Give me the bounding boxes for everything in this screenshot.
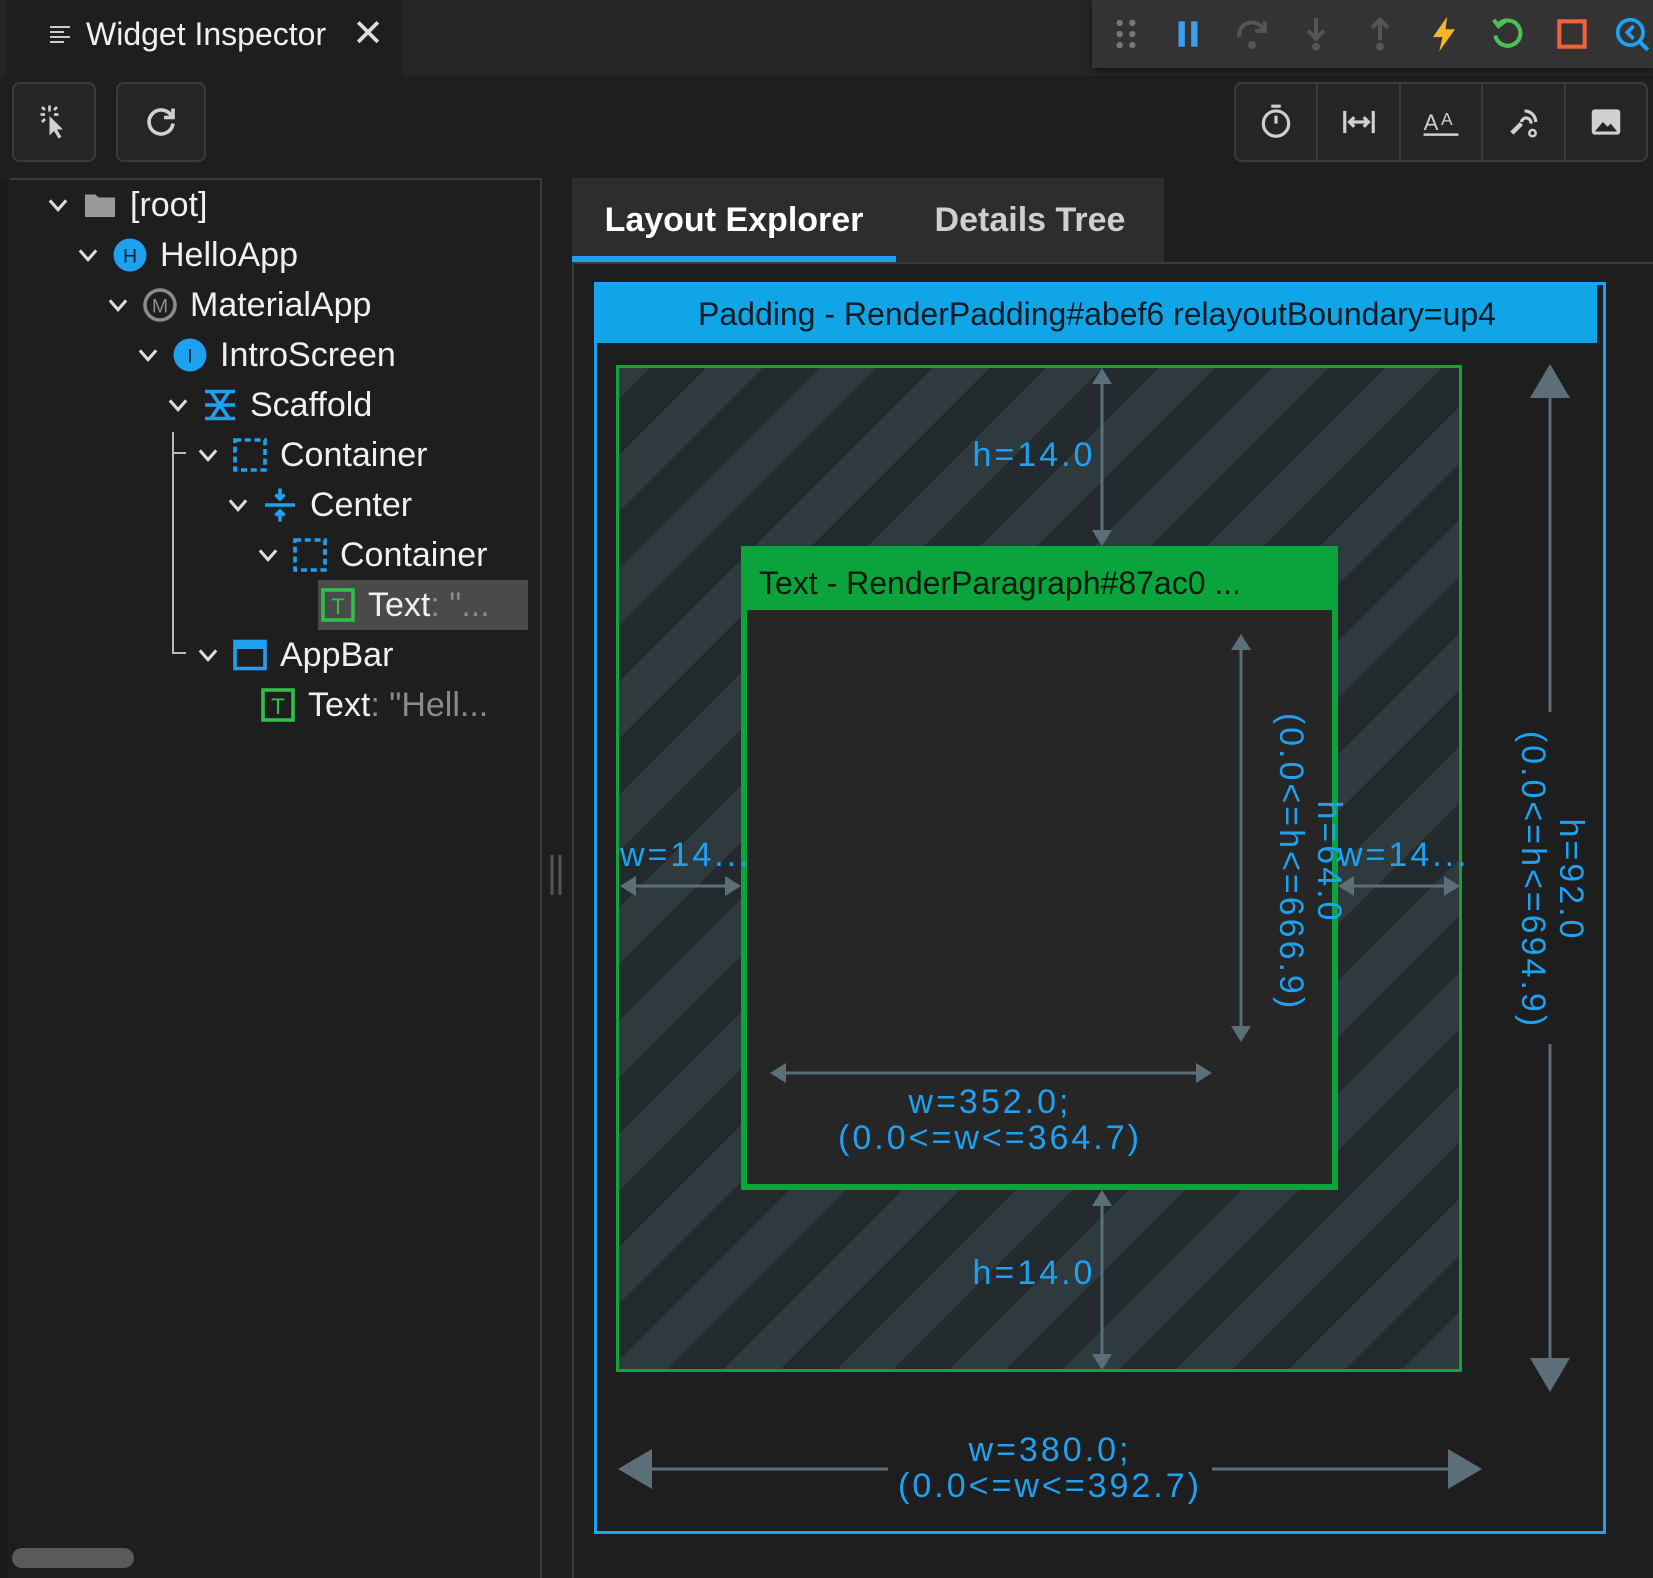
tree-node-center[interactable]: Center: [224, 480, 412, 530]
horizontal-scrollbar[interactable]: [12, 1548, 134, 1568]
hot-reload-icon[interactable]: [1420, 10, 1468, 58]
left-padding-label: w=14...: [620, 836, 752, 874]
material-icon: M: [143, 288, 177, 322]
chevron-down-icon[interactable]: [254, 541, 282, 569]
tree-node-label: Scaffold: [250, 385, 373, 424]
svg-text:A: A: [1441, 109, 1453, 129]
slow-animations-button[interactable]: [1236, 84, 1319, 160]
tree-node-text[interactable]: T Text: "Hell...: [260, 680, 488, 730]
right-padding-label: w=14...: [1338, 836, 1470, 874]
tree-guide-tick: [172, 452, 186, 454]
step-over-icon[interactable]: [1228, 10, 1276, 58]
overlay-tools-group: AA: [1234, 82, 1648, 162]
text-icon: T: [261, 688, 295, 722]
h-circle-icon: H: [113, 238, 147, 272]
text-icon: T: [321, 588, 355, 622]
tree-node-container[interactable]: Container: [194, 430, 427, 480]
svg-text:I: I: [187, 346, 192, 368]
tree-node-label: IntroScreen: [220, 335, 396, 374]
tree-node-container[interactable]: Container: [254, 530, 487, 580]
show-guidelines-button[interactable]: [1318, 84, 1401, 160]
svg-text:A: A: [1424, 110, 1439, 135]
text-baseline-icon: AA: [1423, 109, 1459, 136]
show-baselines-button[interactable]: AA: [1401, 84, 1484, 160]
tree-guide-tick: [172, 652, 186, 654]
container-icon: [233, 438, 267, 472]
outer-width-label: w=380.0; (0.0<=w<=392.7): [898, 1431, 1202, 1505]
tree-node-label: Container: [280, 435, 428, 474]
tree-node-label: Text: [308, 685, 371, 724]
tree-node-label: Container: [340, 535, 488, 574]
text-box-header[interactable]: Text - RenderParagraph#87ac0 ...: [747, 552, 1332, 610]
refresh-icon: [147, 108, 175, 136]
bottom-padding-label: h=14.0: [972, 1254, 1096, 1292]
tab-layout-explorer[interactable]: Layout Explorer: [572, 178, 896, 262]
container-icon: [293, 538, 327, 572]
pause-icon[interactable]: [1164, 10, 1212, 58]
inner-height-label: h=64.0 (0.0<=h<=666.9): [1272, 712, 1348, 1012]
width-arrows-icon: [1342, 110, 1375, 134]
tree-node-preview: : "Hell...: [370, 685, 489, 724]
padding-box-header[interactable]: Padding - RenderPadding#abef6 relayoutBo…: [597, 285, 1597, 343]
devtools-search-icon[interactable]: [1608, 10, 1653, 58]
highlight-oversized-images-button[interactable]: [1566, 84, 1646, 160]
svg-text:H: H: [123, 246, 137, 268]
tree-node-label: Center: [310, 485, 413, 524]
chevron-down-icon[interactable]: [194, 441, 222, 469]
image-icon: [1591, 109, 1621, 135]
tree-node-text-selected[interactable]: T Text: "...: [320, 580, 490, 630]
tree-node-root[interactable]: [root]: [44, 180, 207, 230]
tree-guide-line: [172, 432, 174, 654]
tree-node-introscreen[interactable]: I IntroScreen: [134, 330, 396, 380]
chevron-down-icon[interactable]: [104, 291, 132, 319]
stop-icon[interactable]: [1548, 10, 1596, 58]
tree-node-label: HelloApp: [160, 235, 298, 274]
tree-node-label: AppBar: [280, 635, 394, 674]
i-circle-icon: I: [173, 338, 207, 372]
tree-node-preview: : "...: [430, 585, 490, 624]
chevron-down-icon[interactable]: [224, 491, 252, 519]
svg-text:T: T: [271, 694, 285, 719]
svg-text:T: T: [331, 594, 345, 619]
highlight-repaints-button[interactable]: [1483, 84, 1566, 160]
tree-node-label: MaterialApp: [190, 285, 372, 324]
drag-handle-icon[interactable]: [1102, 10, 1150, 58]
select-widget-mode-button[interactable]: [12, 82, 96, 162]
tree-node-materialapp[interactable]: M MaterialApp: [104, 280, 371, 330]
close-tab-button[interactable]: ✕: [350, 14, 386, 54]
scaffold-icon: [205, 389, 235, 421]
debug-toolbar: [1092, 0, 1653, 68]
step-into-icon[interactable]: [1292, 10, 1340, 58]
svg-text:M: M: [152, 296, 168, 318]
folder-icon: [85, 194, 115, 217]
tab-details-tree[interactable]: Details Tree: [896, 178, 1164, 262]
inner-width-label: w=352.0; (0.0<=w<=364.7): [838, 1083, 1142, 1157]
panel-edge-strip: [0, 178, 8, 1578]
chevron-down-icon[interactable]: [164, 391, 192, 419]
appbar-icon: [233, 639, 267, 671]
step-out-icon[interactable]: [1356, 10, 1404, 58]
hot-restart-icon[interactable]: [1484, 10, 1532, 58]
timer-icon: [1261, 104, 1291, 138]
refresh-tree-button[interactable]: [116, 82, 206, 162]
center-icon: [265, 488, 295, 522]
tab-title: Widget Inspector: [86, 16, 327, 52]
tree-node-label: Text: [368, 585, 431, 624]
list-icon: [50, 26, 70, 43]
outer-height-label: h=92.0 (0.0<=h<=694.9): [1514, 730, 1590, 1030]
panel-splitter-handle[interactable]: [548, 855, 564, 895]
chevron-down-icon[interactable]: [44, 191, 72, 219]
tree-node-appbar[interactable]: AppBar: [194, 630, 393, 680]
select-cursor-icon: [40, 105, 63, 139]
chevron-down-icon[interactable]: [194, 641, 222, 669]
tree-node-label: [root]: [130, 185, 208, 224]
repaint-icon: [1510, 109, 1538, 138]
top-padding-label: h=14.0: [972, 436, 1096, 474]
chevron-down-icon[interactable]: [134, 341, 162, 369]
tree-node-scaffold[interactable]: Scaffold: [164, 380, 372, 430]
tree-node-helloapp[interactable]: H HelloApp: [74, 230, 298, 280]
chevron-down-icon[interactable]: [74, 241, 102, 269]
